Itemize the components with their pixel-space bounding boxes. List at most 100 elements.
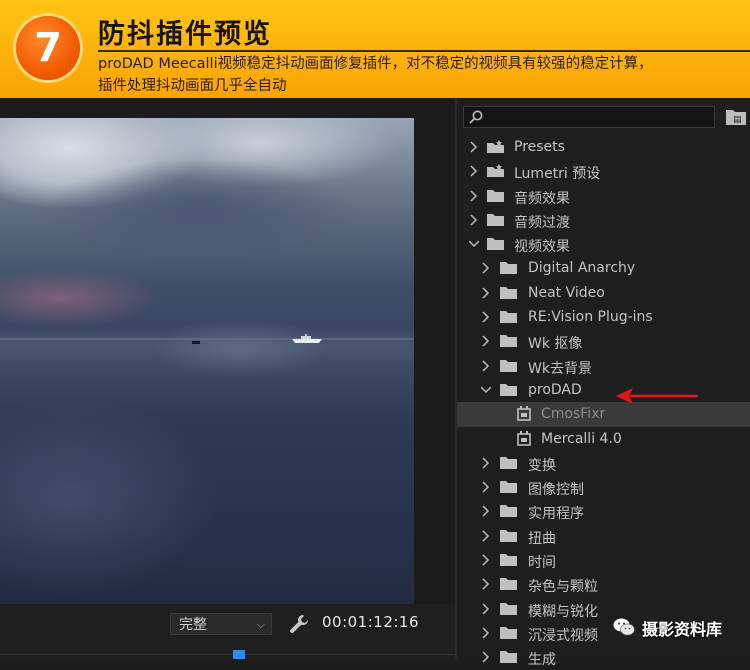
folder-icon: [500, 650, 517, 664]
effects-tree-item-label: 时间: [528, 555, 556, 572]
folder-icon: [500, 602, 517, 615]
folder-icon: [500, 529, 517, 542]
effects-tree-item-label: 音频过渡: [514, 214, 570, 231]
banner-description: proDAD Meecalli视频稳定抖动画面修复插件，对不稳定的视频具有较强的…: [98, 53, 746, 97]
boat: [292, 334, 322, 343]
svg-text:▤: ▤: [733, 115, 742, 125]
folder-icon: [487, 213, 504, 226]
program-monitor: 完整 ⌵ 00:01:12:16: [0, 98, 455, 659]
watermark: 摄影资料库: [612, 612, 746, 642]
chevron-down-icon[interactable]: [468, 238, 480, 250]
effects-tree-item[interactable]: 杂色与颗粒: [457, 572, 750, 596]
effects-tree-item[interactable]: Lumetri 预设: [457, 159, 750, 183]
effects-tree-item[interactable]: Wk 抠像: [457, 329, 750, 353]
chevron-right-icon[interactable]: [481, 335, 491, 347]
effects-tree-item[interactable]: Neat Video: [457, 281, 750, 305]
chevron-right-icon[interactable]: [481, 457, 491, 469]
effects-tree-item-label: Neat Video: [528, 284, 605, 301]
banner-divider: [98, 50, 750, 52]
chevron-down-icon: ⌵: [256, 618, 265, 631]
chevron-right-icon[interactable]: [481, 311, 491, 323]
effects-tree-item[interactable]: Mercalli 4.0: [457, 427, 750, 451]
effects-tree-item-label: Lumetri 预设: [514, 166, 601, 183]
effects-tree-item-label: 图像控制: [528, 482, 584, 499]
wrench-icon[interactable]: [288, 613, 310, 635]
chevron-right-icon[interactable]: [469, 214, 479, 226]
chevron-right-icon[interactable]: [481, 651, 491, 663]
video-preview: [0, 118, 414, 604]
tutorial-banner: 7 防抖插件预览 proDAD Meecalli视频稳定抖动画面修复插件，对不稳…: [0, 0, 750, 98]
effects-tree-item[interactable]: 实用程序: [457, 499, 750, 523]
preset-folder-icon: [487, 140, 504, 153]
effects-tree-item-label: 变换: [528, 457, 556, 474]
scrub-track[interactable]: [0, 654, 455, 655]
folder-icon: [500, 359, 517, 372]
red-arrow-annotation: [616, 388, 698, 404]
chevron-right-icon[interactable]: [481, 505, 491, 517]
folder-icon: [500, 626, 517, 639]
playback-resolution-select[interactable]: 完整 ⌵: [170, 613, 272, 635]
effects-tree-item[interactable]: CmosFixr: [457, 402, 750, 427]
effects-tree-item[interactable]: Presets: [457, 135, 750, 159]
effects-panel: ▤ Presets Lumetri 预设 音频效果音频过渡视频效果 Digital A…: [455, 98, 750, 668]
chevron-right-icon[interactable]: [481, 554, 491, 566]
effects-tree-item[interactable]: 生成: [457, 645, 750, 669]
effects-tree-item[interactable]: proDAD: [457, 378, 750, 402]
effects-tree-item[interactable]: 音频效果: [457, 184, 750, 208]
chevron-right-icon[interactable]: [481, 262, 491, 275]
effects-tree-item[interactable]: Digital Anarchy: [457, 256, 750, 280]
folder-icon: [500, 261, 517, 275]
effects-tree-item-label: 生成: [528, 652, 556, 669]
effects-tree-item-label: 音频效果: [514, 190, 570, 207]
effects-tree-item[interactable]: 变换: [457, 451, 750, 475]
playhead-marker[interactable]: [233, 650, 245, 659]
wechat-logo-icon: [613, 618, 635, 636]
distant-boat: [192, 341, 200, 344]
folder-icon: [500, 286, 517, 299]
watermark-text: 摄影资料库: [642, 620, 723, 639]
folder-icon: [500, 334, 517, 348]
banner-title: 防抖插件预览: [98, 19, 272, 50]
effects-tree-item-label: 视频效果: [514, 239, 570, 256]
chevron-right-icon[interactable]: [481, 287, 491, 299]
chevron-right-icon[interactable]: [481, 481, 491, 493]
chevron-right-icon[interactable]: [469, 165, 479, 177]
effects-tree-item[interactable]: 音频过渡: [457, 208, 750, 232]
effects-tree-item[interactable]: 视频效果: [457, 232, 750, 256]
effects-tree-item[interactable]: 扭曲: [457, 524, 750, 548]
folder-icon: [487, 189, 504, 202]
effects-tree-item[interactable]: Wk去背景: [457, 354, 750, 378]
effects-tree-item-label: 扭曲: [528, 530, 556, 547]
search-icon: [469, 110, 483, 124]
effects-tree-item[interactable]: 图像控制: [457, 475, 750, 499]
folder-icon: [500, 504, 517, 518]
effects-tree-item[interactable]: RE:Vision Plug-ins: [457, 305, 750, 329]
effects-tree: Presets Lumetri 预设 音频效果音频过渡视频效果 Digital Ana…: [457, 135, 750, 670]
effects-tree-item-label: 模糊与锐化: [528, 603, 598, 620]
effects-tree-item-label: Presets: [514, 139, 565, 155]
new-custom-bin-icon[interactable]: ▤: [725, 106, 747, 126]
chevron-right-icon[interactable]: [469, 141, 479, 153]
chevron-right-icon[interactable]: [481, 578, 491, 590]
playback-resolution-value: 完整: [179, 617, 207, 633]
playhead-timecode[interactable]: 00:01:12:16: [322, 613, 419, 631]
effects-tree-item-label: 杂色与颗粒: [528, 579, 598, 596]
effects-tree-item-label: Wk去背景: [528, 360, 592, 377]
chevron-right-icon[interactable]: [481, 530, 491, 542]
effects-tree-item[interactable]: 时间: [457, 548, 750, 572]
effects-search-input[interactable]: [463, 106, 715, 128]
effects-tree-item-label: CmosFixr: [541, 406, 606, 423]
preset-folder-icon: [487, 164, 504, 178]
chevron-right-icon[interactable]: [481, 603, 491, 615]
sea-horizon: [0, 338, 414, 340]
folder-icon: [500, 480, 517, 494]
effects-tree-item-label: Digital Anarchy: [528, 260, 636, 277]
chevron-down-icon[interactable]: [480, 384, 492, 396]
chevron-right-icon[interactable]: [481, 360, 491, 372]
effects-tree-item-label: 沉浸式视频: [528, 627, 598, 644]
folder-icon: [487, 237, 504, 251]
banner-desc-line-1: proDAD Meecalli视频稳定抖动画面修复插件，对不稳定的视频具有较强的…: [98, 56, 653, 72]
folder-icon: [500, 383, 517, 396]
chevron-right-icon[interactable]: [481, 627, 491, 639]
chevron-right-icon[interactable]: [469, 190, 479, 202]
